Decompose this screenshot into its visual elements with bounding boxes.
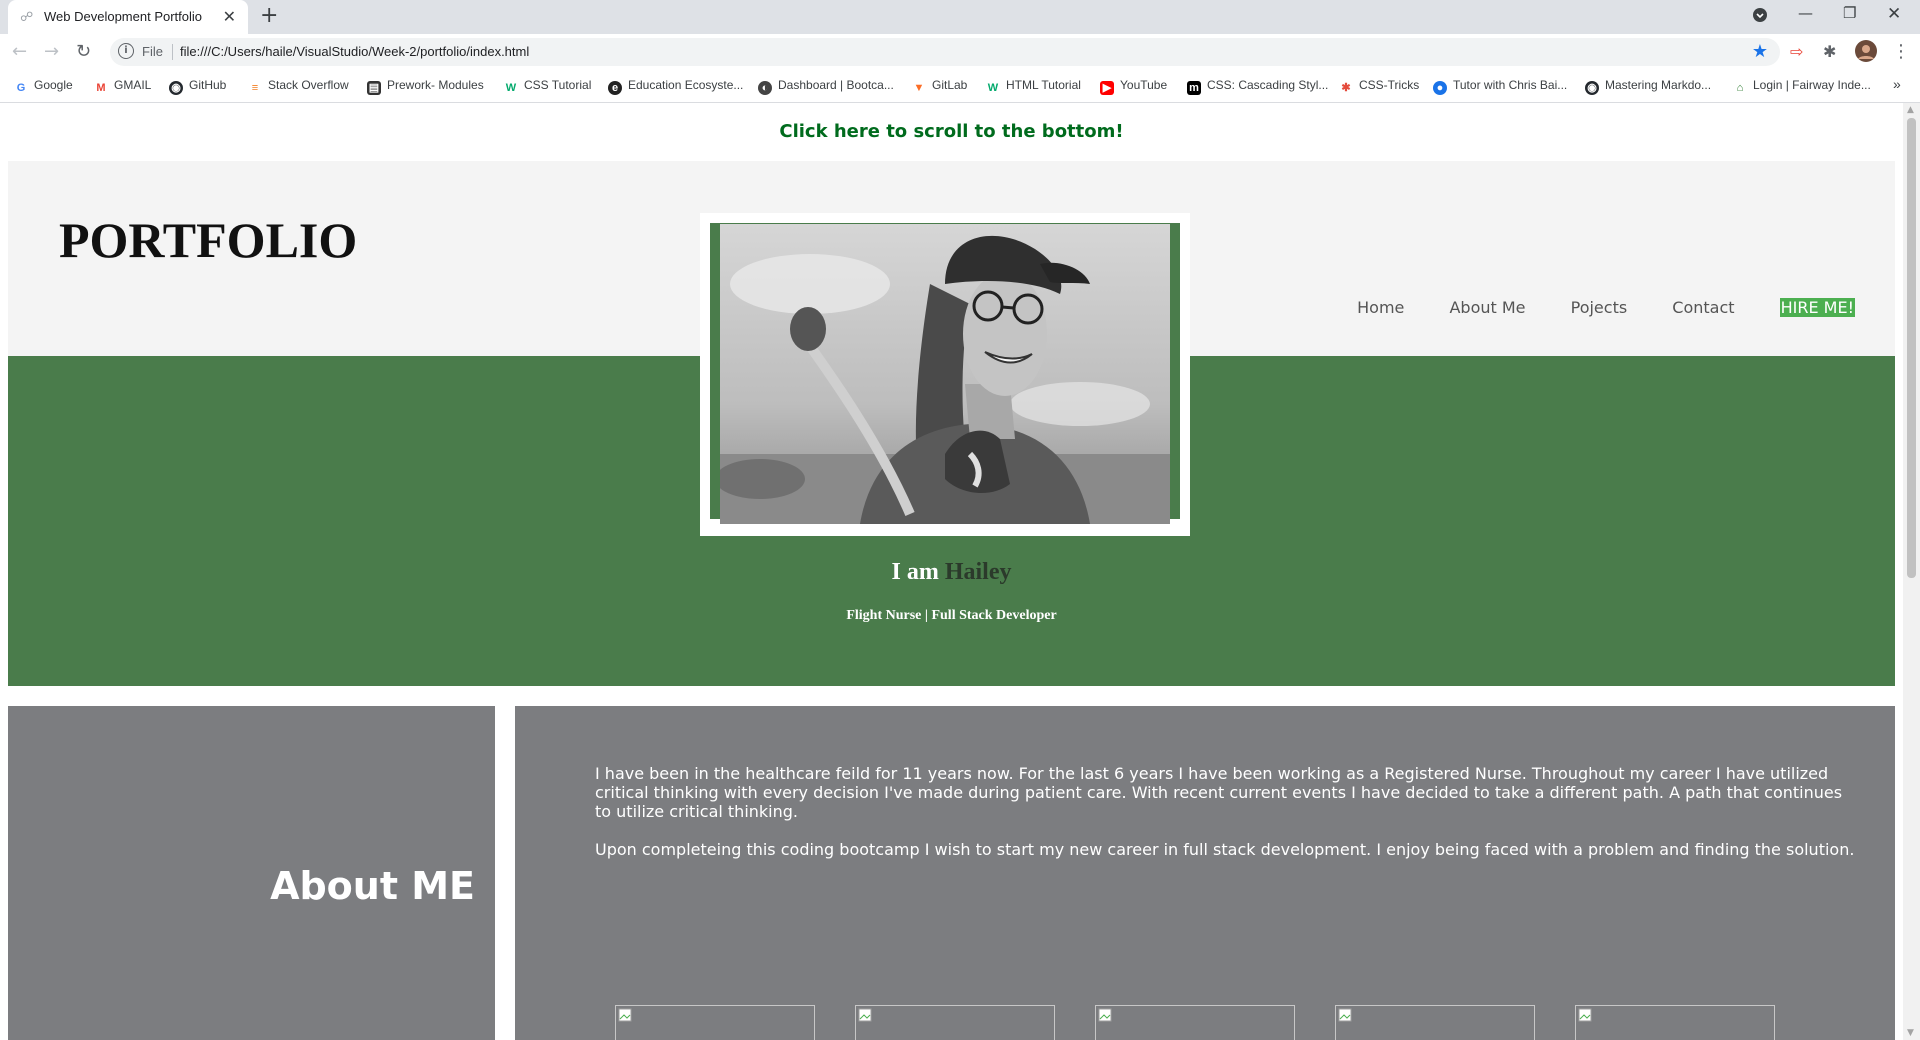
broken-image-icon	[1338, 1008, 1352, 1022]
scroll-down-arrow-icon[interactable]: ▼	[1907, 1028, 1914, 1038]
bookmark-star-icon[interactable]: ★	[1752, 41, 1768, 62]
w3schools-icon: W	[504, 81, 518, 95]
intro-name: Hailey	[944, 559, 1012, 585]
fairway-icon: ⌂	[1733, 81, 1747, 95]
bookmark-dashboard-bootcamp[interactable]: ◐ Dashboard | Bootca...	[758, 78, 894, 95]
w3schools-icon: W	[986, 81, 1000, 95]
project-image-broken[interactable]	[855, 1005, 1055, 1040]
project-image-broken[interactable]	[615, 1005, 815, 1040]
gitlab-icon: ▼	[912, 81, 926, 95]
bookmark-css-tutorial[interactable]: W CSS Tutorial	[504, 78, 591, 95]
broken-image-icon	[1578, 1008, 1592, 1022]
bookmark-prework-modules[interactable]: ▤ Prework- Modules	[367, 78, 484, 95]
book-icon: ▤	[367, 81, 381, 95]
dashboard-icon: ◐	[758, 81, 772, 95]
bookmark-mastering-markdown[interactable]: ◉ Mastering Markdo...	[1585, 78, 1711, 95]
profile-avatar-icon[interactable]	[1855, 40, 1877, 67]
tab-title: Web Development Portfolio	[44, 9, 203, 24]
site-info-icon[interactable]: i	[118, 43, 134, 59]
bookmark-github[interactable]: ◉ GitHub	[169, 78, 226, 95]
project-image-broken[interactable]	[1575, 1005, 1775, 1040]
page-favicon-icon: ☍	[20, 10, 34, 25]
page-scrollbar[interactable]: ▲ ▼	[1903, 103, 1920, 1040]
browser-tab[interactable]: ☍ Web Development Portfolio ✕	[8, 0, 248, 34]
nav-contact[interactable]: Contact	[1672, 298, 1734, 317]
about-heading-panel: About ME	[8, 706, 495, 1040]
reload-icon[interactable]: ↻	[76, 41, 91, 62]
intro-prefix: I am	[891, 559, 939, 585]
bookmark-css-cascading-styles[interactable]: m CSS: Cascading Styl...	[1187, 78, 1328, 95]
bookmark-tutor-chris[interactable]: ● Tutor with Chris Bai...	[1433, 78, 1567, 95]
bookmark-gmail[interactable]: M GMAIL	[94, 78, 151, 95]
close-window-icon[interactable]: ✕	[1887, 4, 1901, 24]
bookmarks-bar: G Google M GMAIL ◉ GitHub ≡ Stack Overflow ▤…	[0, 70, 1920, 103]
address-separator	[172, 44, 173, 60]
tab-strip: ☍ Web Development Portfolio ✕ + — ❐ ✕	[0, 0, 1920, 34]
about-text-panel: I have been in the healthcare feild for …	[515, 706, 1895, 1040]
bookmark-fairway-login[interactable]: ⌂ Login | Fairway Inde...	[1733, 78, 1871, 95]
google-icon: G	[14, 81, 28, 95]
forward-icon[interactable]: →	[44, 41, 59, 62]
tab-search-icon[interactable]	[1752, 7, 1768, 27]
close-tab-icon[interactable]: ✕	[223, 7, 236, 26]
new-tab-icon[interactable]: +	[260, 3, 278, 28]
bookmark-html-tutorial[interactable]: W HTML Tutorial	[986, 78, 1081, 95]
scroll-to-bottom-link[interactable]: Click here to scroll to the bottom!	[0, 121, 1903, 142]
nav-projects[interactable]: Pojects	[1571, 298, 1628, 317]
scroll-up-arrow-icon[interactable]: ▲	[1907, 105, 1914, 115]
bookmark-gitlab[interactable]: ▼ GitLab	[912, 78, 967, 95]
bookmark-google[interactable]: G Google	[14, 78, 73, 95]
hire-me-button[interactable]: HIRE ME!	[1779, 298, 1855, 317]
broken-image-icon	[1098, 1008, 1112, 1022]
nav-home[interactable]: Home	[1357, 298, 1404, 317]
about-paragraph: Upon completeing this coding bootcamp I …	[595, 840, 1855, 859]
address-url[interactable]: file:///C:/Users/haile/VisualStudio/Week…	[180, 44, 529, 59]
tutor-icon: ●	[1433, 81, 1447, 95]
github-icon: ◉	[169, 81, 183, 95]
mdn-icon: m	[1187, 81, 1201, 95]
bookmark-education-ecosystem[interactable]: e Education Ecosyste...	[608, 78, 743, 95]
address-scheme: File	[142, 44, 163, 59]
address-bar[interactable]: i File file:///C:/Users/haile/VisualStud…	[110, 38, 1780, 66]
about-heading: About ME	[270, 864, 475, 908]
youtube-icon: ▶	[1100, 81, 1114, 95]
github-icon: ◉	[1585, 81, 1599, 95]
extensions-puzzle-icon[interactable]: ✱	[1823, 42, 1836, 61]
project-image-broken[interactable]	[1095, 1005, 1295, 1040]
stackoverflow-icon: ≡	[248, 81, 262, 95]
main-nav: Home About Me Pojects Contact HIRE ME!	[1317, 298, 1855, 317]
project-image-broken[interactable]	[1335, 1005, 1535, 1040]
scrollbar-thumb[interactable]	[1907, 118, 1916, 578]
about-paragraph: I have been in the healthcare feild for …	[595, 764, 1843, 821]
nav-about-me[interactable]: About Me	[1449, 298, 1525, 317]
csstricks-icon: ✱	[1339, 81, 1353, 95]
intro-subtitle: Flight Nurse | Full Stack Developer	[846, 608, 1057, 623]
extension-icon[interactable]: ⇨	[1790, 42, 1803, 61]
edu-icon: e	[608, 81, 622, 95]
gmail-icon: M	[94, 81, 108, 95]
about-text: I have been in the healthcare feild for …	[595, 764, 1855, 878]
more-bookmarks-icon[interactable]: »	[1893, 76, 1901, 92]
profile-photo	[720, 224, 1170, 524]
bookmark-css-tricks[interactable]: ✱ CSS-Tricks	[1339, 78, 1419, 95]
page-viewport: Click here to scroll to the bottom! PORT…	[0, 103, 1903, 1040]
back-icon[interactable]: ←	[12, 41, 27, 62]
broken-image-icon	[618, 1008, 632, 1022]
browser-toolbar: ← → ↻ i File file:///C:/Users/haile/Visu…	[0, 34, 1920, 70]
site-title: PORTFOLIO	[59, 212, 358, 268]
broken-image-icon	[858, 1008, 872, 1022]
intro-heading: I am Hailey	[8, 559, 1895, 586]
bookmark-youtube[interactable]: ▶ YouTube	[1100, 78, 1167, 95]
minimize-icon[interactable]: —	[1798, 4, 1813, 22]
restore-icon[interactable]: ❐	[1843, 4, 1856, 22]
bookmark-stack-overflow[interactable]: ≡ Stack Overflow	[248, 78, 349, 95]
menu-kebab-icon[interactable]: ⋮	[1892, 41, 1910, 62]
